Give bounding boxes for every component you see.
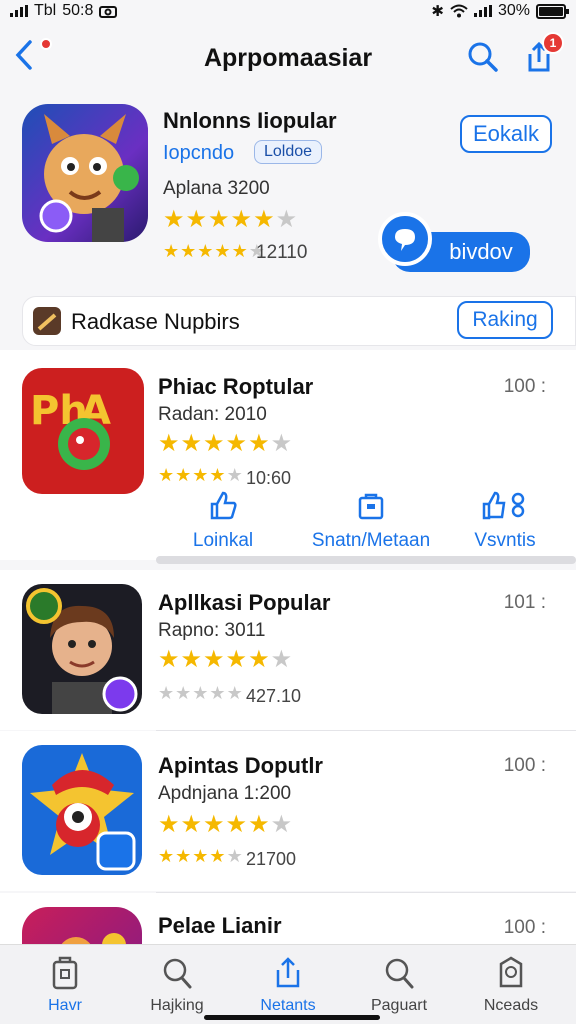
app-subtitle: Radan: 2010	[158, 404, 267, 425]
section-header: Radkase Nupbirs Raking	[22, 296, 576, 346]
search-icon	[344, 955, 454, 991]
camera-icon	[99, 6, 118, 18]
bluetooth-icon: ✱	[431, 3, 444, 20]
search-icon	[468, 42, 498, 72]
app-rank: 101 :	[503, 592, 546, 613]
app-name: Phiac Roptular	[158, 374, 314, 399]
share-icon	[233, 955, 343, 991]
wifi-icon	[450, 4, 468, 18]
app-rating-count: 10:60	[246, 468, 292, 488]
tab-share[interactable]: Netants	[233, 955, 343, 1015]
thumb-up-icon	[138, 488, 308, 522]
section-title: Radkase Nupbirs	[71, 309, 240, 334]
app-name: Apllkasi Popular	[158, 590, 331, 615]
share-action-label: Vsvntis	[474, 530, 536, 551]
app-subtitle: Rapno: 3011	[158, 620, 266, 641]
app-rating-stars: ★ ★ ★ ★ ★ ★	[158, 646, 293, 673]
app-rating-count: 427.10	[246, 686, 302, 706]
home-icon	[10, 955, 120, 991]
signal-icon	[10, 5, 28, 17]
featured-rating-count: 12110	[256, 242, 308, 263]
share-icon	[420, 488, 576, 522]
pencil-icon	[33, 307, 61, 335]
like-action-label: Loinkal	[192, 530, 254, 551]
divider	[156, 556, 576, 564]
chat-bubble-icon[interactable]	[378, 212, 432, 266]
cart-badge: 1	[542, 32, 564, 54]
clock: 50:8	[62, 2, 94, 19]
app-rank: 100 :	[503, 917, 546, 938]
list-item[interactable]: Apllkasi Popular Rapno: 3011 ★ ★ ★ ★ ★ ★ ★ ★ ★ ★…	[0, 570, 576, 730]
search-button[interactable]	[466, 40, 500, 74]
tab-search[interactable]: Paguart	[344, 955, 454, 1015]
share-action[interactable]: Vsvntis	[420, 488, 576, 552]
tab-needs[interactable]: Nceads	[456, 955, 566, 1015]
app-rating-stars-small: ★ ★ ★ ★ ★	[158, 846, 243, 866]
tab-home[interactable]: Havr	[10, 955, 120, 1015]
battery-percent: 30%	[497, 2, 530, 19]
featured-action-button[interactable]: Eokalk	[460, 115, 552, 153]
app-icon	[22, 907, 142, 945]
app-rank: 100 :	[503, 376, 546, 397]
app-rank: 100 :	[503, 755, 546, 776]
list-item[interactable]: Apintas Doputlr Apdnjana 1:200 ★ ★ ★ ★ ★ ★ ★ ★…	[0, 731, 576, 891]
app-rating-stars: ★ ★ ★ ★ ★ ★	[158, 811, 293, 838]
tab-needs-label: Nceads	[483, 997, 539, 1014]
battery-icon	[536, 3, 569, 19]
like-action[interactable]: Loinkal	[138, 488, 308, 552]
app-header: Aprpomaasiar 1	[0, 30, 576, 86]
search-icon	[122, 955, 232, 991]
list-item[interactable]: Pelae Lianir 100 :	[0, 893, 576, 945]
tab-bar: Havr Hajking Netants Paguart Nceads	[0, 944, 576, 1024]
app-name: Apintas Doputlr	[158, 753, 323, 778]
download-label: bivdov	[449, 239, 513, 264]
featured-rating-stars-small: ★ ★ ★ ★ ★ ★	[163, 241, 265, 261]
featured-tag: Loldoe	[254, 140, 322, 164]
app-icon: Ph A	[22, 368, 144, 494]
tab-home-label: Havr	[48, 997, 82, 1014]
tab-ranking-label: Hajking	[150, 997, 204, 1014]
tab-search-label: Paguart	[370, 997, 428, 1014]
app-rating-stars: ★ ★ ★ ★ ★ ★	[158, 430, 293, 457]
status-bar: Tbl 50:8 ✱ 30%	[0, 0, 576, 22]
tag-icon	[456, 955, 566, 991]
cell-signal-icon	[473, 5, 492, 17]
app-icon	[22, 584, 142, 714]
app-rating-stars-small: ★ ★ ★ ★ ★	[158, 465, 243, 485]
home-indicator	[204, 1015, 380, 1020]
app-rating-stars-small: ★ ★ ★ ★ ★	[158, 683, 243, 703]
ranking-button[interactable]: Raking	[457, 301, 553, 339]
carrier-label: Tbl	[34, 2, 57, 19]
tab-ranking[interactable]: Hajking	[122, 955, 232, 1015]
featured-rating-stars: ★ ★ ★ ★ ★ ★	[163, 206, 298, 233]
tab-share-label: Netants	[260, 997, 316, 1014]
app-name: Pelae Lianir	[158, 913, 282, 938]
featured-developer[interactable]: Iopcndo	[163, 142, 234, 165]
app-rating-count: 21700	[246, 849, 297, 869]
app-icon	[22, 745, 142, 875]
app-subtitle: Apdnjana 1:200	[158, 783, 292, 804]
featured-app-name: Nnlonns Iiopular	[163, 108, 337, 133]
featured-downloads: Aplana 3200	[163, 178, 270, 199]
featured-app-icon[interactable]	[22, 104, 148, 242]
